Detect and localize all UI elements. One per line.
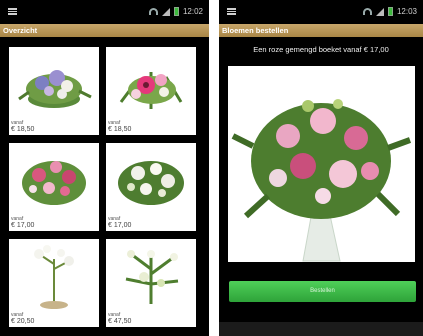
product-price: € 17,00 xyxy=(108,222,132,229)
battery-icon xyxy=(387,7,393,16)
product-tile[interactable]: vanaf € 18,50 xyxy=(9,47,99,135)
product-price: € 18,50 xyxy=(11,126,35,133)
menu-icon xyxy=(227,8,236,15)
product-tile[interactable]: vanaf € 20,50 xyxy=(9,239,99,327)
bouquet-image xyxy=(22,161,86,205)
orchid-image xyxy=(34,245,74,309)
product-tile[interactable]: vanaf € 17,00 xyxy=(9,143,99,231)
status-bar: 12:02 xyxy=(0,0,209,24)
bouquet-image xyxy=(119,72,183,109)
product-price: € 47,50 xyxy=(108,318,132,325)
status-icons: 12:02 xyxy=(148,7,203,16)
product-description: Een roze gemengd boeket vanaf € 17,00 xyxy=(253,45,389,54)
arrangement-image xyxy=(125,250,179,304)
product-tile[interactable]: vanaf € 47,50 xyxy=(106,239,196,327)
bottom-bar xyxy=(219,322,423,336)
product-grid: vanaf € 18,50 vanaf € 18,50 vanaf € 17,0… xyxy=(9,47,204,327)
status-bar: 12:03 xyxy=(219,0,423,24)
order-button[interactable]: Bestellen xyxy=(229,281,416,302)
product-tile[interactable]: vanaf € 17,00 xyxy=(106,143,196,231)
battery-icon xyxy=(173,7,179,16)
bouquet-image xyxy=(18,70,92,108)
pink-bouquet-image xyxy=(231,99,412,262)
product-photo xyxy=(228,66,415,262)
bouquet-image xyxy=(118,161,184,205)
product-tile[interactable]: vanaf € 18,50 xyxy=(106,47,196,135)
product-price: € 18,50 xyxy=(108,126,132,133)
signal-icon xyxy=(161,7,170,16)
menu-icon xyxy=(8,8,17,15)
signal-icon xyxy=(375,7,384,16)
status-icons: 12:03 xyxy=(362,7,417,16)
overview-screen: 12:02 Overzicht vanaf € 18,50 vanaf € 18… xyxy=(0,0,209,336)
wifi-icon xyxy=(362,8,372,15)
wifi-icon xyxy=(148,8,158,15)
order-screen: 12:03 Bloemen bestellen Een roze gemengd… xyxy=(219,0,423,336)
product-price: € 17,00 xyxy=(11,222,35,229)
product-price: € 20,50 xyxy=(11,318,35,325)
status-clock: 12:02 xyxy=(182,7,203,16)
page-title: Overzicht xyxy=(0,24,209,37)
page-title: Bloemen bestellen xyxy=(219,24,423,37)
status-clock: 12:03 xyxy=(396,7,417,16)
